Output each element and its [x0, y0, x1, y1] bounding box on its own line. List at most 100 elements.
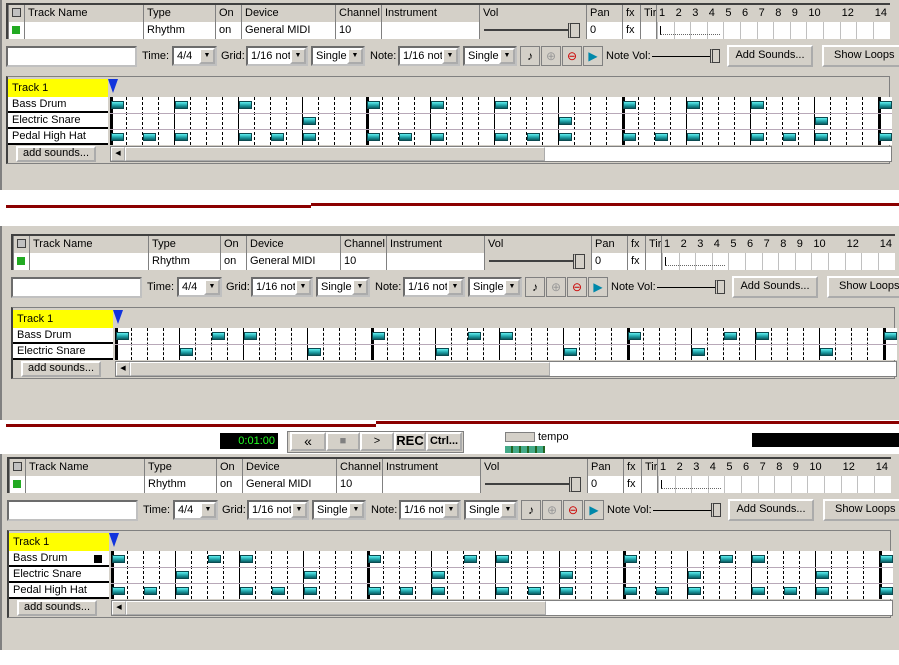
column-header-tir[interactable]: Tir [645, 236, 661, 253]
drum-note[interactable] [692, 348, 705, 356]
bar-number[interactable]: 2 [681, 237, 687, 252]
select-all-checkbox[interactable] [17, 239, 26, 248]
bar-number[interactable]: 7 [759, 6, 765, 21]
drum-note[interactable] [884, 332, 897, 340]
bar-number[interactable]: 9 [797, 237, 803, 252]
bar-number[interactable]: 10 [808, 6, 820, 21]
drum-note[interactable] [176, 571, 189, 579]
drum-note[interactable] [688, 571, 701, 579]
column-header-channel[interactable]: Channel [335, 5, 381, 22]
bar-number[interactable]: 1 [659, 6, 665, 21]
column-header-on[interactable]: On [220, 236, 246, 253]
bar-number[interactable]: 4 [710, 460, 716, 475]
bar-number[interactable]: 2 [677, 460, 683, 475]
track-cell-tir[interactable] [641, 476, 657, 493]
search-input[interactable] [6, 46, 137, 67]
instrument-row-label[interactable]: Bass Drum [8, 97, 108, 113]
note-select[interactable]: 1/16 not ▼ [398, 46, 460, 66]
column-header-pan[interactable]: Pan [586, 5, 622, 22]
drum-note[interactable] [240, 587, 253, 595]
bar-number[interactable]: 3 [692, 6, 698, 21]
drum-note[interactable] [560, 571, 573, 579]
chevron-down-icon[interactable]: ▼ [442, 48, 458, 64]
note-select[interactable]: 1/16 not ▼ [403, 277, 465, 297]
bar-number[interactable]: 14 [880, 237, 892, 252]
drum-note[interactable] [180, 348, 193, 356]
drum-note[interactable] [687, 101, 700, 109]
add-sounds-row-button[interactable]: add sounds... [17, 600, 97, 616]
select-all-checkbox[interactable] [13, 462, 22, 471]
column-header-fx[interactable]: fx [623, 459, 641, 476]
bar-number[interactable]: 14 [875, 6, 887, 21]
rewind-button[interactable]: « [290, 432, 326, 451]
bar-number[interactable]: 7 [764, 237, 770, 252]
bar-number[interactable]: 4 [709, 6, 715, 21]
track-cell-device[interactable]: General MIDI [241, 22, 335, 39]
add-sounds-button[interactable]: Add Sounds... [728, 499, 814, 521]
column-header-bars[interactable] [656, 5, 890, 22]
drum-note[interactable] [756, 332, 769, 340]
add-sounds-button[interactable]: Add Sounds... [732, 276, 818, 298]
bar-number[interactable]: 5 [730, 237, 736, 252]
column-header-vol[interactable]: Vol [484, 236, 591, 253]
time-select[interactable]: 4/4 ▼ [173, 500, 218, 520]
drum-note[interactable] [724, 332, 737, 340]
column-header-type[interactable]: Type [144, 459, 216, 476]
drum-note[interactable] [111, 101, 124, 109]
metronome-icon[interactable]: ♪ [521, 500, 541, 520]
drum-note[interactable] [628, 332, 641, 340]
track-cell-vol[interactable] [480, 476, 587, 493]
drum-note[interactable] [815, 117, 828, 125]
grid-mode-select[interactable]: Single ▼ [316, 277, 370, 297]
horizontal-scrollbar[interactable]: ◀ [115, 361, 897, 377]
scroll-left-arrow[interactable]: ◀ [111, 147, 125, 161]
drum-note[interactable] [400, 587, 413, 595]
column-header-tir[interactable]: Tir [640, 5, 656, 22]
bar-number[interactable]: 10 [809, 460, 821, 475]
track-cell-device[interactable]: General MIDI [242, 476, 336, 493]
bar-number[interactable]: 8 [775, 6, 781, 21]
drum-note[interactable] [468, 332, 481, 340]
grid-mode-select[interactable]: Single ▼ [311, 46, 365, 66]
track-cell-vol[interactable] [479, 22, 586, 39]
column-header-fx[interactable]: fx [627, 236, 645, 253]
bar-number[interactable]: 12 [847, 237, 859, 252]
drum-note[interactable] [368, 587, 381, 595]
track-cell-channel[interactable]: 10 [335, 22, 381, 39]
drum-note[interactable] [367, 101, 380, 109]
bar-number[interactable]: 5 [726, 460, 732, 475]
show-loops-button[interactable]: Show Loops [827, 276, 899, 298]
note-vol-slider-handle[interactable] [710, 49, 720, 63]
zoom-out-icon[interactable]: ⊖ [567, 277, 587, 297]
column-header-vol[interactable]: Vol [480, 459, 587, 476]
bar-number[interactable]: 12 [843, 460, 855, 475]
instrument-row-label[interactable]: Pedal High Hat [9, 583, 109, 599]
drum-note[interactable] [751, 101, 764, 109]
drum-note[interactable] [244, 332, 257, 340]
drum-note[interactable] [496, 587, 509, 595]
time-select[interactable]: 4/4 ▼ [172, 46, 217, 66]
tempo-icon[interactable] [505, 432, 535, 442]
drum-note[interactable] [304, 587, 317, 595]
bar-number[interactable]: 3 [693, 460, 699, 475]
column-header-instrument[interactable]: Instrument [381, 5, 479, 22]
column-header-track-name[interactable]: Track Name [29, 236, 148, 253]
drum-note[interactable] [367, 133, 380, 141]
zoom-out-icon[interactable]: ⊖ [562, 46, 582, 66]
instrument-row-label[interactable]: Electric Snare [8, 113, 108, 129]
add-sounds-row-button[interactable]: add sounds... [16, 146, 96, 162]
track-cell-bars[interactable] [657, 476, 891, 493]
chevron-down-icon[interactable]: ▼ [443, 502, 459, 518]
track-cell-on[interactable]: on [220, 253, 246, 270]
column-header-track-name[interactable]: Track Name [25, 459, 144, 476]
drum-note[interactable] [559, 117, 572, 125]
note-mode-select[interactable]: Single ▼ [463, 46, 517, 66]
column-header-vol[interactable]: Vol [479, 5, 586, 22]
grid-select[interactable]: 1/16 not ▼ [247, 500, 309, 520]
drum-note[interactable] [879, 133, 892, 141]
vol-slider-handle[interactable] [569, 477, 581, 492]
instrument-row-label[interactable]: Electric Snare [9, 567, 109, 583]
horizontal-scrollbar[interactable]: ◀ [111, 600, 893, 616]
chevron-down-icon[interactable]: ▼ [352, 279, 368, 295]
track-cell-on[interactable]: on [216, 476, 242, 493]
